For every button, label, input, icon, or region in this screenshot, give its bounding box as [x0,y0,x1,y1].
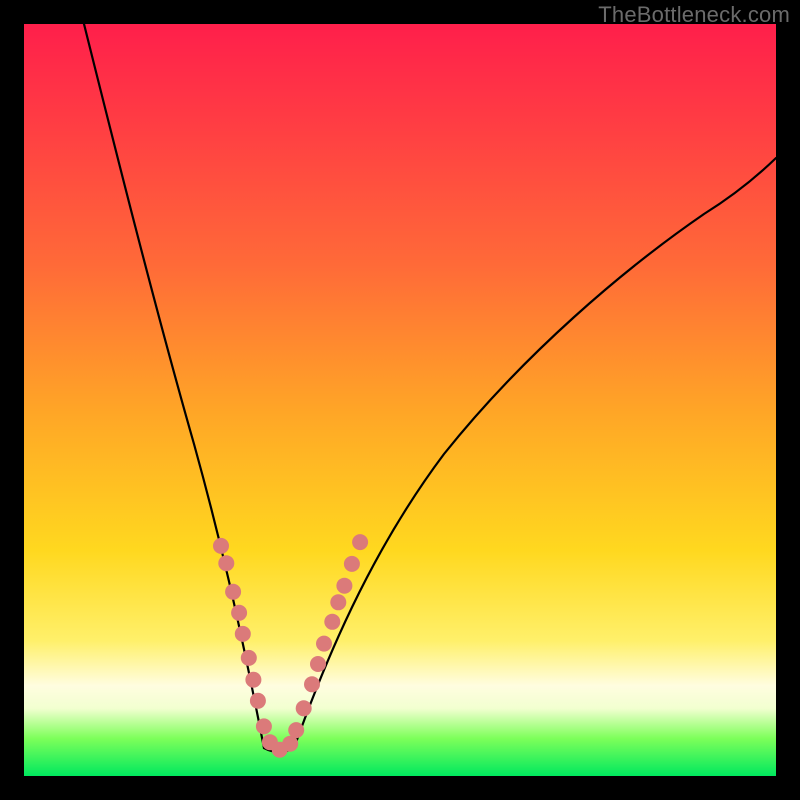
data-point [316,636,332,652]
data-point [231,605,247,621]
data-point [218,555,234,571]
data-point [330,594,346,610]
data-point [336,578,352,594]
curve-right-branch [294,158,776,748]
data-point [304,676,320,692]
data-point [310,656,326,672]
data-point [225,584,241,600]
data-point [256,718,272,734]
chart-frame: TheBottleneck.com [0,0,800,800]
data-point [324,614,340,630]
data-point [288,722,304,738]
data-point [250,693,266,709]
data-point [282,736,298,752]
data-points [213,534,368,758]
data-point [344,556,360,572]
data-point [213,538,229,554]
bottleneck-curve [24,24,776,776]
data-point [235,626,251,642]
plot-area [24,24,776,776]
data-point [296,700,312,716]
data-point [352,534,368,550]
data-point [245,672,261,688]
data-point [241,650,257,666]
